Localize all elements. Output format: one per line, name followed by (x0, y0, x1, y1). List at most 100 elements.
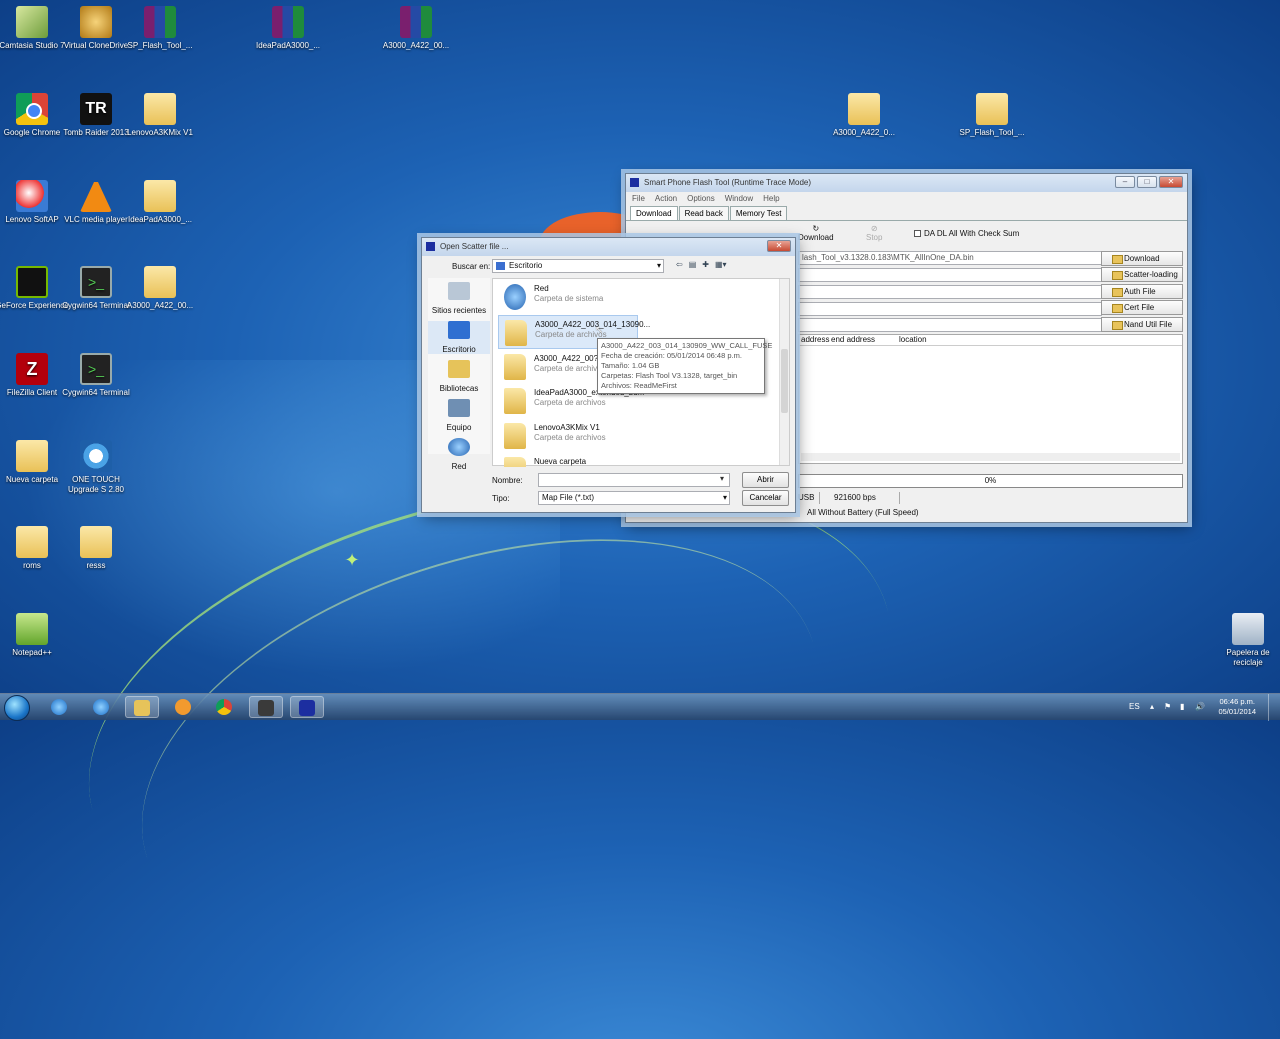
taskbar-explorer[interactable] (125, 696, 159, 718)
menu-options[interactable]: Options (687, 194, 715, 204)
desktop-icon-sp-flash-tool-folder[interactable]: SP_Flash_Tool_... (955, 93, 1029, 138)
nand-util-file-button[interactable]: Nand Util File (1101, 317, 1183, 332)
nand-path-field[interactable] (798, 318, 1102, 332)
maximize-button[interactable]: □ (1137, 176, 1157, 188)
desktop-icon-cygwin-1[interactable]: >_ Cygwin64 Terminal (59, 266, 133, 311)
desktop-icon-resss[interactable]: resss (59, 526, 133, 571)
menu-window[interactable]: Window (725, 194, 753, 204)
place-libraries[interactable]: Bibliotecas (428, 360, 490, 393)
clock[interactable]: 06:46 p.m. 05/01/2014 (1218, 697, 1256, 717)
chevron-down-icon[interactable]: ▾ (720, 474, 724, 483)
network-icon (504, 284, 526, 310)
scatter-loading-button[interactable]: Scatter-loading (1101, 267, 1183, 282)
tray-expand-icon[interactable]: ▴ (1150, 702, 1154, 711)
file-item-nueva-carpeta[interactable]: Nueva carpeta (498, 453, 778, 467)
tray-volume-icon[interactable]: 🔊 (1195, 702, 1205, 711)
desktop-icon-a3000-folder[interactable]: A3000_A422_0... (827, 93, 901, 138)
desktop-icon-ideapad-folder[interactable]: IdeaPadA3000_... (123, 180, 197, 225)
open-button[interactable]: Abrir (742, 472, 789, 488)
view-menu-icon[interactable]: ▦▾ (715, 260, 727, 269)
desktop-icon-a3000-folder-2[interactable]: A3000_A422_00... (123, 266, 197, 311)
folder-icon (976, 93, 1008, 125)
file-list-scrollbar[interactable] (779, 279, 789, 465)
up-folder-icon[interactable]: ▤ (689, 260, 697, 269)
new-folder-icon[interactable]: ✚ (702, 260, 709, 269)
language-indicator[interactable]: ES (1129, 702, 1140, 711)
checksum-checkbox[interactable] (914, 230, 921, 238)
taskbar-flash-tool[interactable] (290, 696, 324, 718)
folder-icon (144, 93, 176, 125)
partition-table-header: address end address location (799, 335, 1182, 346)
download-agent-button[interactable]: Download Agent (1101, 251, 1183, 276)
tooltip-line: A3000_A422_003_014_130909_WW_CALL_FUSE (601, 341, 773, 350)
tooltip-line: Fecha de creación: 05/01/2014 06:48 p.m. (601, 351, 742, 360)
place-computer[interactable]: Equipo (428, 399, 490, 432)
download-toolbar-button[interactable]: ↻ Download (798, 224, 834, 242)
desktop-icon-sp-flash-tool-archive[interactable]: SP_Flash_Tool_... (123, 6, 197, 51)
da-path-field[interactable]: lash_Tool_v3.1328.0.183\MTK_AllInOne_DA.… (798, 251, 1102, 265)
dialog-close-button[interactable]: ✕ (767, 240, 791, 252)
column-end-address[interactable]: end address (827, 335, 895, 345)
cert-path-field[interactable] (798, 302, 1102, 316)
desktop-icon-virtual-clonedrive[interactable]: Virtual CloneDrive (59, 6, 133, 51)
places-bar: Sitios recientes Escritorio Bibliotecas … (428, 278, 490, 471)
desktop-icon-ideapad-archive[interactable]: IdeaPadA3000_... (251, 6, 325, 51)
file-name-input[interactable] (538, 473, 730, 487)
taskbar-ie[interactable] (84, 696, 118, 718)
place-desktop[interactable]: Escritorio (428, 321, 490, 354)
clock-time: 06:46 p.m. (1219, 697, 1255, 706)
gear-icon (80, 440, 112, 472)
desktop-icon-cygwin-2[interactable]: >_ Cygwin64 Terminal (59, 353, 133, 398)
tomb-raider-icon: TR (80, 93, 112, 125)
tab-memory-test[interactable]: Memory Test (729, 206, 788, 220)
place-recent[interactable]: Sitios recientes (428, 282, 490, 315)
tooltip-line: Carpetas: Flash Tool V3.1328, target_bin (601, 371, 738, 380)
folder-icon (504, 388, 526, 414)
desktop-icon-recycle-bin[interactable]: Papelera de reciclaje (1211, 613, 1280, 668)
stop-toolbar-button[interactable]: ⊘ Stop (866, 224, 882, 242)
taskbar-chrome[interactable] (207, 696, 241, 718)
file-item-red[interactable]: Red Carpeta de sistema (498, 280, 778, 314)
look-in-dropdown[interactable]: Escritorio ▾ (492, 259, 664, 273)
cancel-button[interactable]: Cancelar (742, 490, 789, 506)
column-location[interactable]: location (895, 335, 955, 345)
taskbar-media-player[interactable] (166, 696, 200, 718)
column-address[interactable]: address (799, 335, 829, 345)
tray-network-icon[interactable]: ▮ (1180, 702, 1184, 711)
desktop-icon-tomb-raider[interactable]: TR Tomb Raider 2013 (59, 93, 133, 138)
taskbar-camtasia[interactable] (249, 696, 283, 718)
desktop-icon-lenovoa3kmix[interactable]: LenovoA3KMix V1 (123, 93, 197, 138)
show-desktop-button[interactable] (1268, 694, 1280, 721)
close-button[interactable]: ✕ (1159, 176, 1183, 188)
scrollbar-thumb[interactable] (781, 349, 788, 413)
desktop-icon-one-touch[interactable]: ONE TOUCH Upgrade S 2.80 (59, 440, 133, 495)
tab-read-back[interactable]: Read back (678, 206, 729, 220)
file-type-select[interactable]: Map File (*.txt) ▾ (538, 491, 730, 505)
checksum-option[interactable]: DA DL All With Check Sum (914, 229, 1019, 238)
minimize-button[interactable]: – (1115, 176, 1135, 188)
chevron-down-icon: ▾ (722, 493, 727, 502)
desktop-icon-vlc[interactable]: VLC media player (59, 180, 133, 225)
scatter-path-field[interactable] (798, 268, 1102, 282)
menu-file[interactable]: File (632, 194, 645, 204)
desktop-icon-a3000-archive[interactable]: A3000_A422_00... (379, 6, 453, 51)
dialog-titlebar[interactable]: Open Scatter file ... ✕ (422, 238, 795, 256)
horizontal-scrollbar[interactable] (801, 453, 1180, 461)
flash-tool-titlebar[interactable]: Smart Phone Flash Tool (Runtime Trace Mo… (626, 174, 1187, 192)
start-button[interactable] (4, 695, 30, 721)
cert-file-button[interactable]: Cert File (1101, 300, 1183, 315)
back-arrow-icon[interactable]: ⇦ (676, 260, 683, 269)
notepad-plus-icon (16, 613, 48, 645)
auth-file-button[interactable]: Auth File (1101, 284, 1183, 299)
tab-download[interactable]: Download (630, 206, 678, 220)
libraries-icon (448, 360, 470, 378)
auth-path-field[interactable] (798, 285, 1102, 299)
desktop-icon-notepad-plus[interactable]: Notepad++ (0, 613, 69, 658)
computer-icon (448, 399, 470, 417)
menu-action[interactable]: Action (655, 194, 677, 204)
file-item-lenovoa3kmix[interactable]: LenovoA3KMix V1 Carpeta de archivos (498, 419, 778, 453)
tray-flag-icon[interactable]: ⚑ (1164, 702, 1171, 711)
menu-help[interactable]: Help (763, 194, 779, 204)
place-network[interactable]: Red (428, 438, 490, 471)
taskbar-ie-shortcut[interactable] (42, 696, 76, 718)
